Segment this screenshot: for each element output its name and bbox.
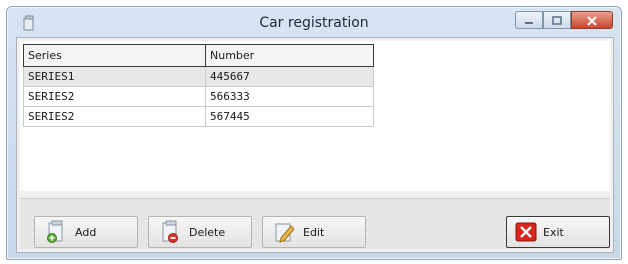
client-area: Series Number SERIES1 445667 SERIES2 566… bbox=[16, 37, 614, 253]
column-header-series[interactable]: Series bbox=[23, 44, 206, 67]
edit-button[interactable]: Edit bbox=[262, 216, 366, 248]
edit-button-label: Edit bbox=[303, 225, 325, 239]
cell-number[interactable]: 567445 bbox=[205, 106, 374, 127]
close-icon bbox=[586, 11, 598, 30]
cell-series[interactable]: SERIES2 bbox=[23, 106, 206, 127]
add-document-icon bbox=[45, 220, 67, 244]
title-bar[interactable]: Car registration bbox=[7, 7, 621, 41]
close-button[interactable] bbox=[571, 11, 613, 29]
exit-x-icon bbox=[515, 220, 537, 244]
maximize-icon bbox=[552, 11, 562, 30]
cell-number[interactable]: 445667 bbox=[205, 66, 374, 87]
delete-document-icon bbox=[159, 220, 181, 244]
registration-grid[interactable]: Series Number SERIES1 445667 SERIES2 566… bbox=[20, 41, 610, 191]
registration-table[interactable]: Series Number SERIES1 445667 SERIES2 566… bbox=[23, 44, 374, 127]
exit-button[interactable]: Exit bbox=[506, 216, 610, 248]
delete-button-label: Delete bbox=[189, 225, 226, 239]
cell-series[interactable]: SERIES1 bbox=[23, 66, 206, 87]
cell-series[interactable]: SERIES2 bbox=[23, 86, 206, 107]
column-header-number[interactable]: Number bbox=[205, 44, 374, 67]
minimize-button[interactable] bbox=[515, 11, 543, 29]
minimize-icon bbox=[524, 11, 534, 30]
table-row[interactable]: SERIES2 567445 bbox=[23, 106, 374, 127]
cell-number[interactable]: 566333 bbox=[205, 86, 374, 107]
table-header-row: Series Number bbox=[23, 44, 374, 67]
delete-button[interactable]: Delete bbox=[148, 216, 252, 248]
add-button[interactable]: Add bbox=[34, 216, 138, 248]
table-row[interactable]: SERIES1 445667 bbox=[23, 66, 374, 87]
maximize-button[interactable] bbox=[543, 11, 571, 29]
exit-button-label: Exit bbox=[543, 225, 564, 239]
button-bar: Add Delete Edit Exit bbox=[20, 198, 610, 249]
add-button-label: Add bbox=[75, 225, 97, 239]
edit-document-icon bbox=[273, 220, 295, 244]
app-window: Car registration Series Number SERIES1 4… bbox=[6, 6, 622, 260]
table-row[interactable]: SERIES2 566333 bbox=[23, 86, 374, 107]
window-controls bbox=[515, 11, 613, 31]
